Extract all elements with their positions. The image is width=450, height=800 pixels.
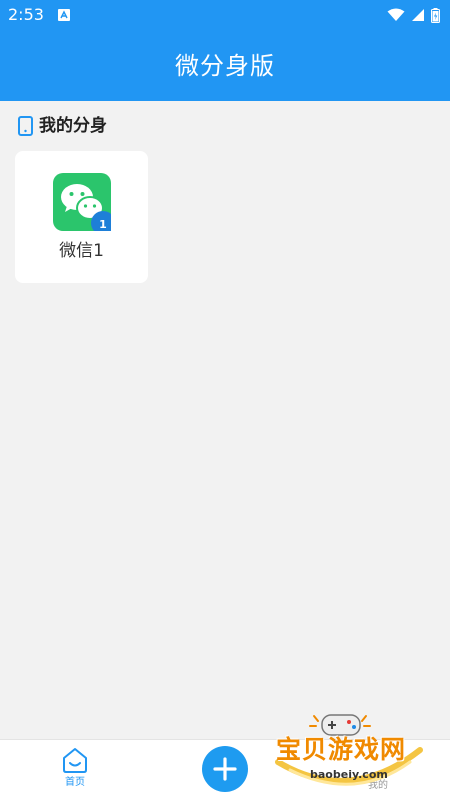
wifi-icon [387, 8, 405, 21]
status-time: 2:53 [8, 5, 44, 24]
clone-card-wechat[interactable]: 1 微信1 [15, 151, 148, 283]
plus-icon [213, 757, 237, 781]
app-title: 微分身版 [175, 52, 275, 80]
top-header: 2:53 微分身版 [0, 0, 450, 101]
battery-icon [431, 7, 440, 23]
home-icon [63, 748, 87, 773]
signal-icon [412, 9, 424, 21]
notification-icon [58, 9, 70, 21]
watermark: 宝贝游戏网 baobeiy.com [270, 710, 445, 795]
status-bar: 2:53 [0, 0, 450, 30]
section-title: 我的分身 [39, 116, 107, 136]
nav-home-label: 首页 [65, 777, 85, 788]
wechat-icon: 1 [53, 173, 111, 231]
clone-badge: 1 [99, 218, 107, 231]
section-header: 我的分身 [18, 114, 107, 138]
nav-home[interactable]: 首页 [52, 746, 98, 796]
watermark-url: baobeiy.com [310, 768, 388, 781]
status-icons [387, 6, 440, 24]
phone-icon [18, 116, 33, 136]
watermark-text: 宝贝游戏网 [276, 735, 407, 764]
clone-label: 微信1 [59, 241, 104, 261]
add-clone-button[interactable] [202, 746, 248, 792]
